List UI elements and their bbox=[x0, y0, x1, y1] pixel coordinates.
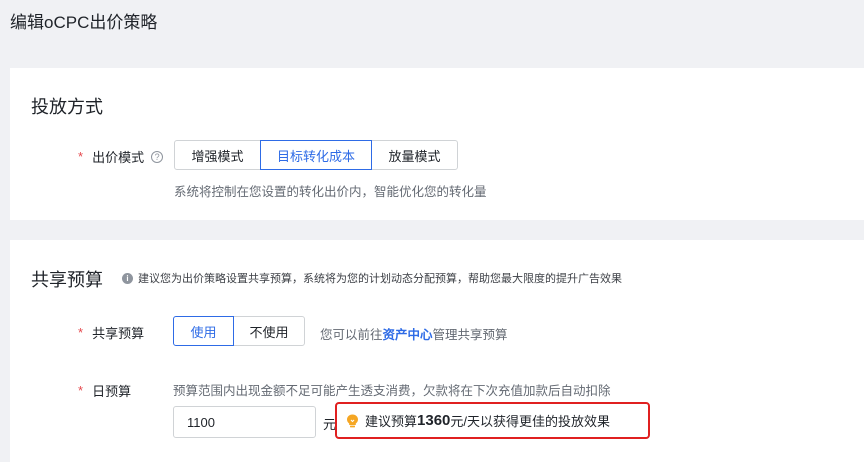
daily-budget-input[interactable]: 1100 bbox=[173, 406, 316, 438]
bid-mode-selector: 增强模式 目标转化成本 放量模式 bbox=[174, 140, 458, 170]
section-title-bid: 投放方式 bbox=[31, 97, 103, 117]
bid-mode-label-text: 出价模式 bbox=[92, 150, 145, 165]
required-mark: * bbox=[78, 149, 84, 164]
shared-budget-use-button[interactable]: 使用 bbox=[173, 316, 234, 346]
suggest-prefix: 建议预算 bbox=[365, 414, 418, 429]
question-circle-icon[interactable]: ? bbox=[151, 150, 164, 163]
daily-budget-label-text: 日预算 bbox=[92, 384, 132, 399]
shared-budget-label: * 共享预算 bbox=[78, 323, 144, 342]
asset-center-link[interactable]: 资产中心 bbox=[383, 328, 433, 342]
budget-info-text: 建议您为出价策略设置共享预算，系统将为您的计划动态分配预算，帮助您最大限度的提升… bbox=[138, 273, 622, 285]
daily-budget-hint: 预算范围内出现金额不足可能产生透支消费，欠款将在下次充值加款后自动扣除 bbox=[173, 384, 611, 398]
page-title: 编辑oCPC出价策略 bbox=[10, 13, 158, 32]
bid-mode-enhanced-button[interactable]: 增强模式 bbox=[174, 140, 261, 170]
section-title-budget: 共享预算 bbox=[31, 270, 103, 290]
bid-mode-label: * 出价模式 ? bbox=[78, 147, 164, 166]
suggest-amount: 1360 bbox=[417, 412, 451, 429]
shared-budget-hint-suffix: 管理共享预算 bbox=[432, 328, 508, 342]
bid-mode-volume-button[interactable]: 放量模式 bbox=[371, 140, 458, 170]
shared-budget-toggle: 使用 不使用 bbox=[173, 316, 305, 346]
shared-budget-label-text: 共享预算 bbox=[92, 326, 145, 341]
info-circle-icon: i bbox=[122, 272, 133, 284]
daily-budget-label: * 日预算 bbox=[78, 381, 131, 400]
suggested-budget-callout: 建议预算 1360 元/天以获得更佳的投放效果 bbox=[335, 402, 650, 439]
shared-budget-hint: 您可以前往资产中心管理共享预算 bbox=[320, 324, 508, 343]
required-mark: * bbox=[78, 383, 84, 398]
required-mark: * bbox=[78, 325, 84, 340]
budget-info-note: i 建议您为出价策略设置共享预算，系统将为您的计划动态分配预算，帮助您最大限度的… bbox=[122, 270, 622, 286]
shared-budget-not-use-button[interactable]: 不使用 bbox=[233, 316, 305, 346]
shared-budget-card: 共享预算 i 建议您为出价策略设置共享预算，系统将为您的计划动态分配预算，帮助您… bbox=[10, 240, 864, 462]
shared-budget-hint-prefix: 您可以前往 bbox=[320, 328, 383, 342]
bid-mode-target-cost-button[interactable]: 目标转化成本 bbox=[260, 140, 372, 170]
bid-mode-hint: 系统将控制在您设置的转化出价内，智能优化您的转化量 bbox=[174, 185, 487, 199]
suggest-suffix: 元/天以获得更佳的投放效果 bbox=[450, 414, 611, 429]
lightbulb-icon bbox=[346, 414, 359, 428]
bid-strategy-card: 投放方式 * 出价模式 ? 增强模式 目标转化成本 放量模式 系统将控制在您设置… bbox=[10, 68, 864, 220]
